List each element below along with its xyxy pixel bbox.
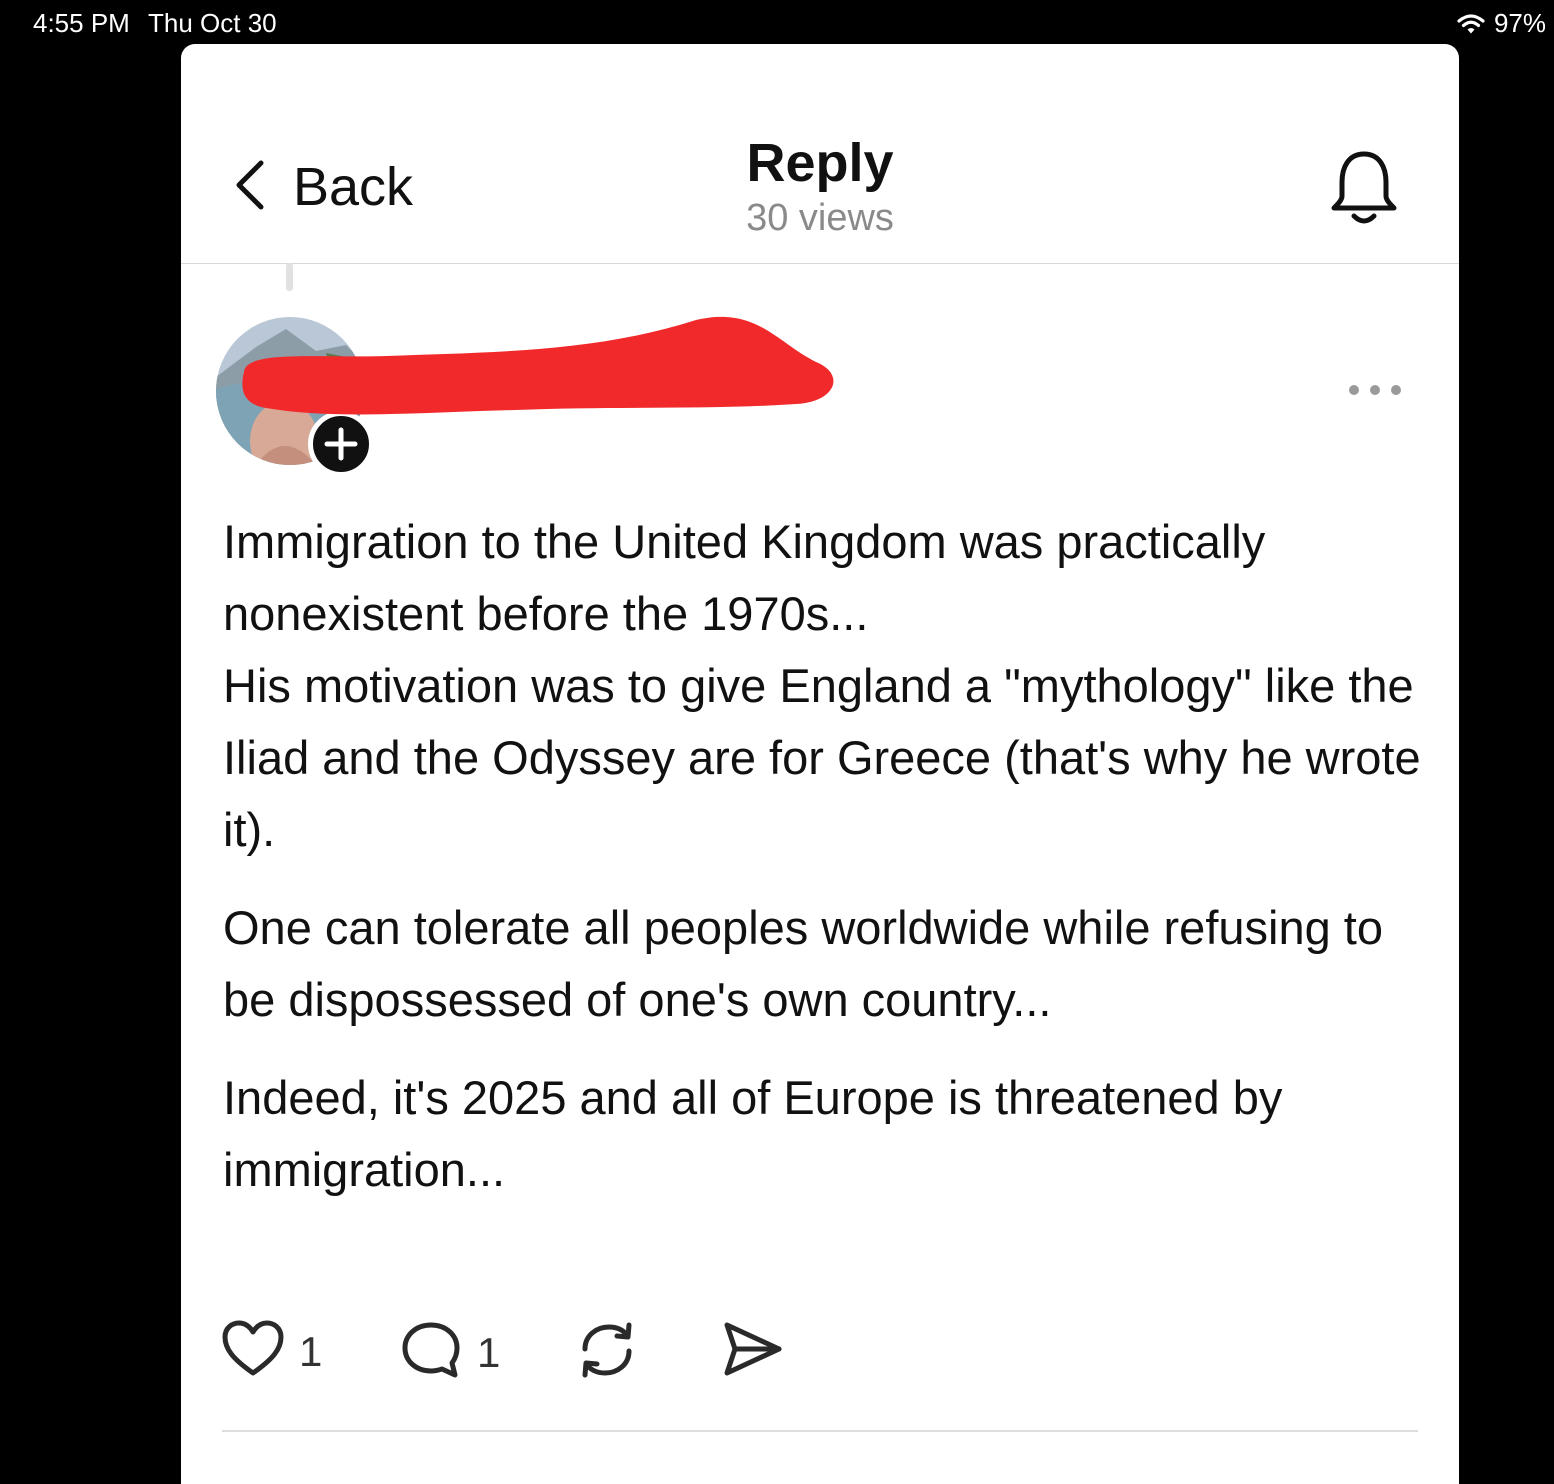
share-icon — [721, 1319, 785, 1384]
divider — [222, 1430, 1418, 1432]
status-bar: 4:55 PM Thu Oct 30 97% — [0, 0, 1554, 44]
header-title-block: Reply 30 views — [181, 132, 1459, 242]
post-paragraph: One can tolerate all peoples worldwide w… — [223, 901, 1383, 1026]
views-count: 30 views — [746, 197, 894, 239]
post-paragraph: His motivation was to give England a "my… — [223, 659, 1421, 856]
header: Back Reply 30 views — [181, 44, 1459, 264]
status-date: Thu Oct 30 — [148, 8, 277, 38]
bell-icon[interactable] — [1328, 148, 1400, 233]
like-count: 1 — [299, 1327, 323, 1375]
reply-sheet: Back Reply 30 views Immigration to the U… — [181, 44, 1459, 1484]
repost-icon — [575, 1319, 639, 1386]
status-right: 97% — [1456, 8, 1546, 39]
post-body: Immigration to the United Kingdom was pr… — [223, 506, 1433, 1206]
comment-count: 1 — [477, 1328, 501, 1376]
comment-button[interactable]: 1 — [399, 1319, 500, 1386]
status-time: 4:55 PM — [33, 8, 130, 38]
repost-button[interactable] — [575, 1319, 639, 1386]
wifi-icon — [1456, 12, 1486, 36]
post-paragraph: Indeed, it's 2025 and all of Europe is t… — [223, 1071, 1283, 1196]
heart-icon — [221, 1319, 285, 1384]
battery-percent: 97% — [1493, 8, 1546, 38]
redaction-mark — [236, 312, 836, 427]
like-button[interactable]: 1 — [221, 1319, 322, 1384]
share-button[interactable] — [721, 1319, 785, 1384]
plus-icon — [313, 427, 369, 476]
page-title: Reply — [746, 133, 894, 193]
thread-line — [286, 263, 293, 291]
post-paragraph: Immigration to the United Kingdom was pr… — [223, 515, 1266, 640]
comment-icon — [399, 1319, 463, 1386]
more-icon[interactable] — [1345, 380, 1405, 405]
